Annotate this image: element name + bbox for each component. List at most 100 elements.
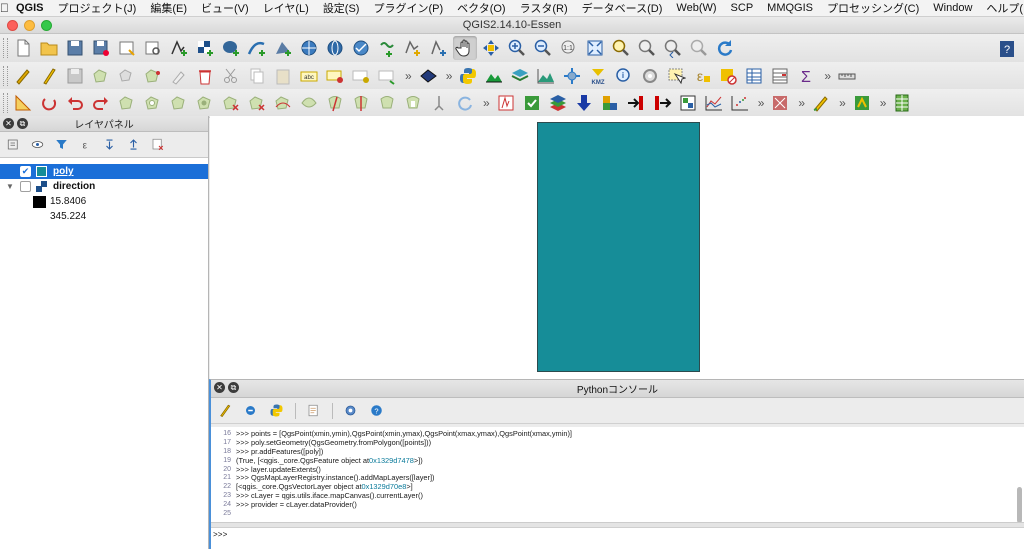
trace-icon[interactable]	[453, 91, 477, 115]
zoom-to-layer-icon[interactable]	[635, 36, 659, 60]
copy-features-icon[interactable]	[245, 64, 269, 88]
new-shapefile-icon[interactable]	[401, 36, 425, 60]
roi-icon[interactable]	[624, 91, 648, 115]
zoom-out-icon[interactable]	[531, 36, 555, 60]
save-project-icon[interactable]	[63, 36, 87, 60]
console-help-icon[interactable]: ?	[366, 401, 386, 421]
menu-project[interactable]: プロジェクト(J)	[51, 0, 144, 16]
deselect-icon[interactable]	[716, 64, 740, 88]
qgis-cloud-icon[interactable]	[416, 64, 440, 88]
toolbar-grip[interactable]	[3, 38, 8, 58]
rotate-point-symbols-icon[interactable]	[427, 91, 451, 115]
zoom-in-icon[interactable]	[505, 36, 529, 60]
toolbar-overflow-chevron[interactable]: »	[798, 96, 805, 110]
collapse-all-icon[interactable]	[123, 135, 143, 155]
select-settings-icon[interactable]	[638, 64, 662, 88]
add-vector-layer-icon[interactable]	[167, 36, 191, 60]
split-parts-icon[interactable]	[349, 91, 373, 115]
pan-to-selection-icon[interactable]	[479, 36, 503, 60]
scatter-plot-icon[interactable]	[728, 91, 752, 115]
post-processing-icon[interactable]	[676, 91, 700, 115]
toolbar-overflow-chevron[interactable]: »	[824, 69, 831, 83]
show-editor-icon[interactable]	[303, 401, 323, 421]
composer-manager-icon[interactable]	[141, 36, 165, 60]
settings-icon[interactable]	[850, 91, 874, 115]
select-by-expression-icon[interactable]: ε	[690, 64, 714, 88]
menu-view[interactable]: ビュー(V)	[194, 0, 256, 16]
import-class-icon[interactable]	[240, 401, 260, 421]
zoom-last-icon[interactable]	[661, 36, 685, 60]
current-edits-icon[interactable]	[11, 64, 35, 88]
add-wms-icon[interactable]	[297, 36, 321, 60]
zoom-native-icon[interactable]: 1:1	[557, 36, 581, 60]
layer-stack-icon[interactable]	[508, 64, 532, 88]
menu-vector[interactable]: ベクタ(O)	[450, 0, 512, 16]
menu-plugins[interactable]: プラグイン(P)	[366, 0, 450, 16]
profile-icon[interactable]	[534, 64, 558, 88]
clear-console-icon[interactable]	[214, 401, 234, 421]
add-part-icon[interactable]	[167, 91, 191, 115]
remove-layer-icon[interactable]	[147, 135, 167, 155]
console-output[interactable]: 16 >>> points = [QgsPoint(xmin,ymin),QgsP…	[211, 427, 1024, 522]
layer-visibility-checkbox[interactable]	[20, 181, 31, 192]
add-feature-icon[interactable]	[89, 64, 113, 88]
menu-help[interactable]: ヘルプ(H)	[979, 0, 1024, 16]
scp-icon[interactable]	[494, 91, 518, 115]
delete-part-icon[interactable]	[245, 91, 269, 115]
gps-icon[interactable]	[560, 64, 584, 88]
zoom-full-icon[interactable]	[583, 36, 607, 60]
expand-all-icon[interactable]	[99, 135, 119, 155]
close-panel-icon[interactable]: ✕	[3, 118, 14, 129]
cut-features-icon[interactable]	[219, 64, 243, 88]
layer-row-direction[interactable]: ▼ direction	[0, 179, 208, 194]
add-ring-icon[interactable]	[141, 91, 165, 115]
python-console-icon[interactable]	[456, 64, 480, 88]
open-project-icon[interactable]	[37, 36, 61, 60]
polygon-feature[interactable]	[537, 122, 700, 372]
pre-processing-icon[interactable]	[650, 91, 674, 115]
show-hide-labels-icon[interactable]	[349, 64, 373, 88]
console-settings-icon[interactable]	[340, 401, 360, 421]
menu-edit[interactable]: 編集(E)	[143, 0, 194, 16]
new-spatialite-layer-icon[interactable]	[427, 36, 451, 60]
statistics-icon[interactable]: Σ	[794, 64, 818, 88]
layer-visibility-checkbox[interactable]: ✔	[20, 166, 31, 177]
save-as-icon[interactable]	[89, 36, 113, 60]
new-print-composer-icon[interactable]	[115, 36, 139, 60]
add-delimited-text-icon[interactable]	[375, 36, 399, 60]
toolbar-grip[interactable]	[3, 93, 8, 113]
close-window-button[interactable]	[7, 20, 18, 31]
add-mssql-icon[interactable]	[271, 36, 295, 60]
toolbar-overflow-chevron[interactable]: »	[446, 69, 453, 83]
spectral-plot-icon[interactable]	[702, 91, 726, 115]
add-postgis-icon[interactable]	[219, 36, 243, 60]
filter-legend-icon[interactable]	[51, 135, 71, 155]
toolbar-overflow-chevron[interactable]: »	[839, 96, 846, 110]
move-feature-icon[interactable]	[115, 64, 139, 88]
band-set-icon[interactable]	[546, 91, 570, 115]
menu-scp[interactable]: SCP	[724, 2, 761, 14]
undo-icon[interactable]	[63, 91, 87, 115]
menu-layer[interactable]: レイヤ(L)	[256, 0, 316, 16]
collapse-arrow-icon[interactable]: ▼	[4, 182, 16, 191]
add-raster-layer-icon[interactable]	[193, 36, 217, 60]
menu-settings[interactable]: 設定(S)	[316, 0, 367, 16]
zoom-window-button[interactable]	[41, 20, 52, 31]
add-wfs-icon[interactable]	[349, 36, 373, 60]
console-scrollbar[interactable]	[1017, 487, 1022, 522]
pan-icon[interactable]	[453, 36, 477, 60]
select-icon[interactable]	[664, 64, 688, 88]
fill-ring-icon[interactable]	[193, 91, 217, 115]
float-panel-icon[interactable]: ⧉	[228, 382, 239, 393]
delete-ring-icon[interactable]	[219, 91, 243, 115]
kmz-icon[interactable]: KMZ	[586, 64, 610, 88]
zoom-next-icon[interactable]	[687, 36, 711, 60]
apple-menu-icon[interactable]: 	[0, 1, 9, 15]
node-tool-icon[interactable]	[141, 64, 165, 88]
close-panel-icon[interactable]: ✕	[214, 382, 225, 393]
scp-classification-icon[interactable]	[520, 91, 544, 115]
layer-row-poly[interactable]: ✔ poly	[0, 164, 208, 179]
redo-icon[interactable]	[89, 91, 113, 115]
minimize-window-button[interactable]	[24, 20, 35, 31]
menu-web[interactable]: Web(W)	[669, 2, 723, 14]
